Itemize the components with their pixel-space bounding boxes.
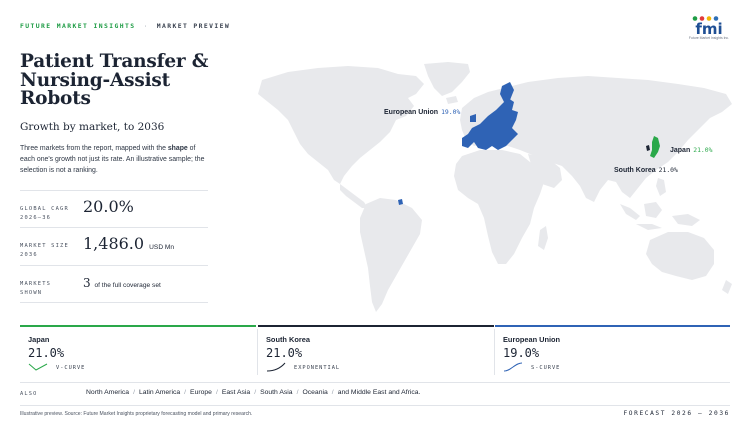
- australia: [646, 232, 714, 280]
- market-name: Japan: [28, 335, 50, 344]
- exponential-curve-icon: [266, 362, 286, 372]
- stat-label-line1: MARKETS: [20, 281, 52, 287]
- land-masses: [258, 62, 732, 312]
- region-link[interactable]: Latin America: [139, 389, 180, 396]
- borneo: [644, 202, 662, 218]
- map-label-name: European Union: [384, 109, 439, 116]
- s-curve-icon: [503, 362, 523, 372]
- map-label-korea: South Korea 21.0%: [614, 166, 678, 174]
- also-label: ALSO: [20, 391, 38, 397]
- page-subtitle: Growth by market, to 2036: [20, 121, 165, 133]
- stat-value: 3 of the full coverage set: [83, 276, 161, 290]
- greenland: [424, 62, 470, 96]
- stat-market-size: MARKET SIZE 2036 1,486.0 USD Mn: [20, 227, 208, 265]
- stat-value: 20.0%: [83, 197, 134, 216]
- north-america: [258, 66, 424, 184]
- market-card-south-korea[interactable]: South Korea 21.0% EXPONENTIAL: [258, 325, 494, 377]
- section-name: MARKET PREVIEW: [156, 22, 231, 30]
- stat-label: MARKETS SHOWN: [20, 280, 51, 298]
- header-separator: ·: [143, 22, 149, 30]
- region-link[interactable]: East Asia: [222, 389, 250, 396]
- sumatra: [620, 204, 640, 220]
- new-guinea: [672, 214, 700, 226]
- region-link[interactable]: Europe: [190, 389, 212, 396]
- new-zealand: [722, 280, 732, 294]
- world-map: [258, 62, 732, 312]
- map-label-name: Japan: [670, 147, 691, 154]
- stat-global-cagr: GLOBAL CAGR 2026–36 20.0%: [20, 190, 208, 227]
- central-america: [340, 184, 368, 208]
- market-shape-label: V-CURVE: [56, 365, 86, 371]
- map-label-value: 21.0%: [658, 166, 678, 174]
- also-regions: North America / Latin America / Europe / Ea…: [86, 389, 421, 396]
- map-label-eu: European Union 19.0%: [384, 108, 460, 116]
- market-name: European Union: [503, 335, 561, 344]
- market-card-eu[interactable]: European Union 19.0% S-CURVE: [495, 325, 730, 377]
- philippines: [656, 178, 666, 196]
- stat-unit: USD Mn: [149, 244, 175, 251]
- stat-label-line1: GLOBAL CAGR: [20, 206, 69, 212]
- v-curve-icon: [28, 363, 48, 371]
- market-value: 21.0%: [266, 346, 303, 360]
- stat-label-line2: 2036: [20, 252, 38, 258]
- stat-label: GLOBAL CAGR 2026–36: [20, 205, 69, 223]
- market-card-japan[interactable]: Japan 21.0% V-CURVE: [20, 325, 256, 377]
- stat-markets-shown: MARKETS SHOWN 3 of the full coverage set: [20, 265, 208, 303]
- market-name: South Korea: [266, 335, 310, 344]
- map-label-name: South Korea: [614, 167, 656, 174]
- java: [636, 224, 662, 230]
- divider: [20, 382, 730, 383]
- stat-number: 1,486.0: [83, 234, 145, 253]
- forecast-range: FORECAST 2026 – 2036: [623, 410, 730, 417]
- region-link[interactable]: North America: [86, 389, 129, 396]
- map-label-value: 19.0%: [441, 108, 461, 116]
- madagascar: [538, 226, 548, 250]
- stat-unit: of the full coverage set: [94, 282, 161, 289]
- africa: [454, 150, 544, 264]
- market-cards: Japan 21.0% V-CURVE South Korea 21.0% EX…: [20, 325, 730, 377]
- region-link[interactable]: South Asia: [260, 389, 293, 396]
- stat-number: 20.0%: [83, 197, 134, 216]
- stat-number: 3: [83, 276, 91, 290]
- stat-label-line1: MARKET SIZE: [20, 243, 69, 249]
- page-title: Patient Transfer & Nursing-Assist Robots: [20, 51, 209, 109]
- divider: [20, 405, 730, 406]
- region-link[interactable]: and Middle East and Africa.: [338, 389, 421, 396]
- market-value: 19.0%: [503, 346, 540, 360]
- description-part1: Three markets from the report, mapped wi…: [20, 145, 168, 152]
- stat-label: MARKET SIZE 2036: [20, 242, 69, 260]
- stat-value: 1,486.0 USD Mn: [83, 234, 174, 253]
- south-america: [360, 198, 422, 312]
- iceland: [446, 96, 458, 104]
- map-label-japan: Japan 21.0%: [670, 146, 712, 154]
- map-label-value: 21.0%: [693, 146, 713, 154]
- description-bold: shape: [167, 145, 188, 152]
- brand-name[interactable]: FUTURE MARKET INSIGHTS: [20, 22, 135, 30]
- market-shape-label: EXPONENTIAL: [294, 365, 341, 371]
- market-value: 21.0%: [28, 346, 65, 360]
- header-bar: FUTURE MARKET INSIGHTS · MARKET PREVIEW: [20, 22, 230, 30]
- stat-label-line2: SHOWN: [20, 290, 43, 296]
- source-note: Illustrative preview. Source: Future Mar…: [20, 411, 253, 417]
- stat-label-line2: 2026–36: [20, 215, 52, 221]
- region-link[interactable]: Oceania: [302, 389, 327, 396]
- market-shape-label: S-CURVE: [531, 365, 561, 371]
- logo-subtext: Future Market Insights Inc.: [688, 36, 730, 40]
- description: Three markets from the report, mapped wi…: [20, 143, 205, 176]
